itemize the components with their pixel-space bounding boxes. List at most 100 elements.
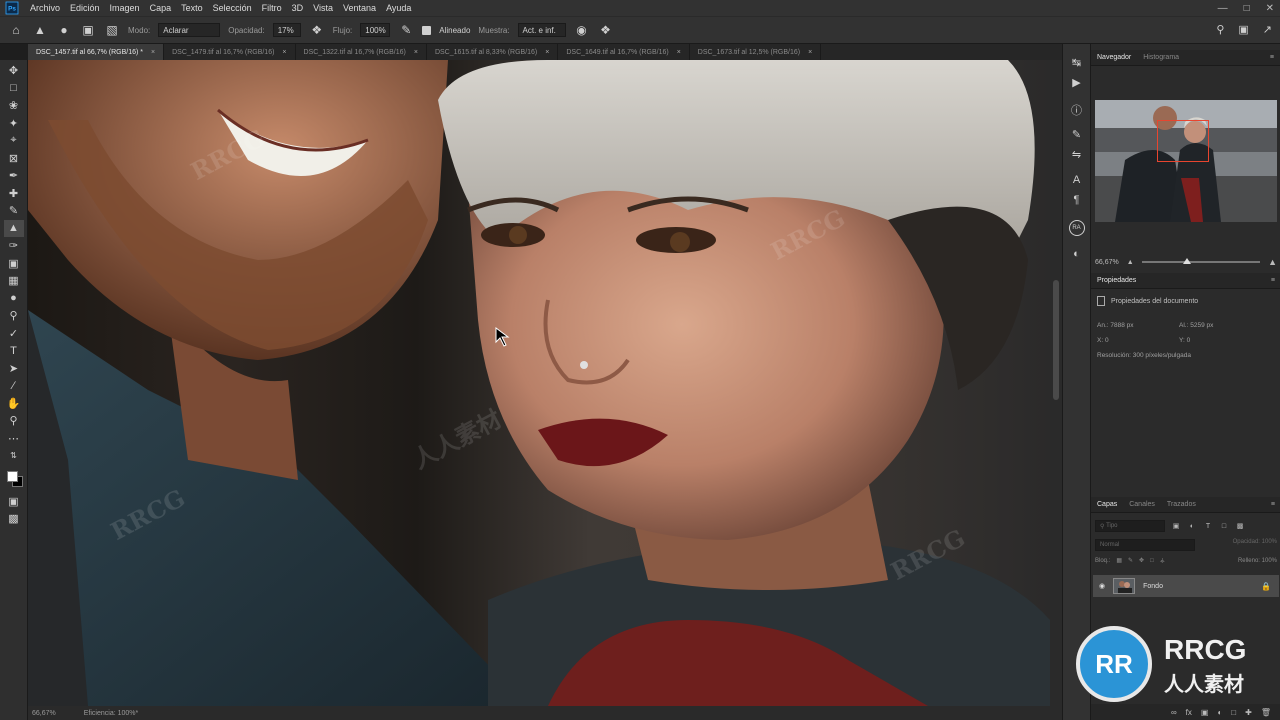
more-tools-icon[interactable]: ⋯ <box>4 430 24 448</box>
menu-archivo[interactable]: Archivo <box>30 3 60 13</box>
menu-ayuda[interactable]: Ayuda <box>386 3 411 13</box>
status-zoom[interactable]: 66,67% <box>32 710 56 717</box>
menu-edicion[interactable]: Edición <box>70 3 100 13</box>
ignore-adjustment-icon[interactable]: ◉ <box>574 23 590 37</box>
navigator-thumbnail[interactable] <box>1095 100 1277 222</box>
menu-filtro[interactable]: Filtro <box>262 3 282 13</box>
minimize-icon[interactable]: — <box>1218 3 1228 14</box>
height-value[interactable]: 5259 px <box>1190 322 1213 329</box>
tab-navigator[interactable]: Navegador <box>1097 54 1131 61</box>
healing-brush-tool-icon[interactable]: ✚ <box>4 185 24 203</box>
move-tool-icon[interactable]: ✥ <box>4 62 24 80</box>
canvas-scrollbar[interactable] <box>1050 60 1062 706</box>
panel-menu-icon[interactable]: ≡ <box>1271 501 1275 508</box>
lock-all-icon[interactable]: ⚶ <box>1160 557 1165 564</box>
share-icon[interactable]: ↗ <box>1263 23 1272 36</box>
scroll-thumb[interactable] <box>1053 280 1059 400</box>
clone-source-icon[interactable]: ▧ <box>104 23 120 37</box>
tab-channels[interactable]: Canales <box>1129 501 1155 508</box>
magic-wand-tool-icon[interactable]: ✦ <box>4 115 24 133</box>
blend-mode-select[interactable]: Normal <box>1095 539 1195 551</box>
type-tool-icon[interactable]: T <box>4 342 24 360</box>
frame-tool-icon[interactable]: ⊠ <box>4 150 24 168</box>
menu-imagen[interactable]: Imagen <box>110 3 140 13</box>
zoom-slider-knob[interactable] <box>1182 258 1191 264</box>
lock-artboard-icon[interactable]: □ <box>1150 558 1154 564</box>
brush-size-icon[interactable]: ● <box>56 23 72 37</box>
tab-dsc-1479[interactable]: DSC_1479.tif al 16,7% (RGB/16) × <box>164 44 296 60</box>
add-mask-icon[interactable]: ▣ <box>1201 708 1209 717</box>
layer-style-icon[interactable]: fx <box>1186 708 1192 717</box>
swap-colors-icon[interactable]: ⇅ <box>4 447 24 465</box>
gradient-tool-icon[interactable]: ▦ <box>4 272 24 290</box>
tab-dsc-1322[interactable]: DSC_1322.tif al 16,7% (RGB/16) × <box>296 44 427 60</box>
zoom-in-icon[interactable]: ▲ <box>1268 257 1277 267</box>
new-group-icon[interactable]: □ <box>1231 708 1236 717</box>
sample-select[interactable]: Act. e inf. <box>517 23 566 37</box>
new-layer-icon[interactable]: ✚ <box>1245 708 1252 717</box>
lasso-tool-icon[interactable]: ❀ <box>4 97 24 115</box>
zoom-slider[interactable] <box>1141 258 1261 264</box>
brushes-icon[interactable]: ✎ <box>1068 128 1086 142</box>
tab-dsc-1457[interactable]: DSC_1457.tif al 66,7% (RGB/16) * × <box>28 44 165 60</box>
delete-layer-icon[interactable]: 🗑 <box>1261 708 1271 717</box>
screen-mode-icon[interactable]: ▩ <box>4 510 24 528</box>
marquee-tool-icon[interactable]: □ <box>4 80 24 98</box>
crop-tool-icon[interactable]: ⌖ <box>4 132 24 150</box>
character-icon[interactable]: A <box>1068 174 1086 188</box>
smart-object-filter-icon[interactable]: ▩ <box>1235 522 1245 530</box>
lock-paint-icon[interactable]: ✎ <box>1128 557 1133 564</box>
tab-paths[interactable]: Trazados <box>1167 501 1196 508</box>
blur-tool-icon[interactable]: ● <box>4 290 24 308</box>
menu-ventana[interactable]: Ventana <box>343 3 376 13</box>
eyedropper-tool-icon[interactable]: ✒ <box>4 167 24 185</box>
dodge-tool-icon[interactable]: ⚲ <box>4 307 24 325</box>
new-adjustment-icon[interactable]: ◐ <box>1217 708 1222 717</box>
panel-menu-icon[interactable]: ≡ <box>1270 54 1274 61</box>
visibility-eye-icon[interactable]: ◉ <box>1099 582 1105 590</box>
close-icon[interactable]: × <box>545 49 549 56</box>
clone-stamp-tool-icon[interactable]: ▲ <box>32 23 48 37</box>
opacity-field[interactable]: 17% <box>272 23 301 37</box>
y-value[interactable]: 0 <box>1187 337 1191 344</box>
pixel-filter-icon[interactable]: ▣ <box>1171 522 1181 530</box>
navigator-zoom-value[interactable]: 66,67% <box>1095 259 1119 266</box>
menu-texto[interactable]: Texto <box>181 3 203 13</box>
workspace-icon[interactable]: ▣ <box>1238 23 1248 36</box>
layer-row-fondo[interactable]: ◉ Fondo 🔒 <box>1093 575 1279 597</box>
close-icon[interactable]: × <box>677 49 681 56</box>
photoshop-logo-icon[interactable]: Ps <box>5 1 19 15</box>
airbrush-icon[interactable]: ✎ <box>398 23 414 37</box>
color-circle-icon[interactable]: ◐ <box>1068 248 1086 262</box>
tab-dsc-1649[interactable]: DSC_1649.tif al 16,7% (RGB/16) × <box>558 44 690 60</box>
type-filter-icon[interactable]: T <box>1203 523 1213 530</box>
tab-dsc-1615[interactable]: DSC_1615.tif al 8,33% (RGB/16) × <box>427 44 559 60</box>
link-layers-icon[interactable]: ∞ <box>1171 708 1177 717</box>
home-icon[interactable]: ⌂ <box>8 23 24 37</box>
history-icon[interactable]: ↹ <box>1068 56 1086 70</box>
shape-filter-icon[interactable]: □ <box>1219 523 1229 530</box>
tab-dsc-1673[interactable]: DSC_1673.tif al 12,5% (RGB/16) × <box>690 44 822 60</box>
layer-name[interactable]: Fondo <box>1143 583 1163 590</box>
navigator-view-box[interactable] <box>1157 120 1209 162</box>
hand-tool-icon[interactable]: ✋ <box>4 395 24 413</box>
zoom-out-icon[interactable]: ▲ <box>1127 259 1134 266</box>
foreground-color[interactable] <box>6 470 18 482</box>
fill-value[interactable]: 100% <box>1262 558 1277 564</box>
adjustment-filter-icon[interactable]: ◐ <box>1187 523 1197 530</box>
menu-capa[interactable]: Capa <box>150 3 172 13</box>
brush-tool-icon[interactable]: ✎ <box>4 202 24 220</box>
pen-tool-icon[interactable]: ✓ <box>4 325 24 343</box>
maximize-icon[interactable]: □ <box>1244 3 1250 14</box>
adjustments-icon[interactable]: ⇋ <box>1068 148 1086 162</box>
quick-mask-icon[interactable]: ▣ <box>4 493 24 511</box>
pressure-opacity-icon[interactable]: ❖ <box>309 23 325 37</box>
tab-layers[interactable]: Capas <box>1097 501 1117 508</box>
menu-vista[interactable]: Vista <box>313 3 333 13</box>
width-value[interactable]: 7888 px <box>1110 322 1133 329</box>
close-icon[interactable]: ✕ <box>1266 3 1274 14</box>
eraser-tool-icon[interactable]: ▣ <box>4 255 24 273</box>
zoom-tool-icon[interactable]: ⚲ <box>4 412 24 430</box>
x-value[interactable]: 0 <box>1105 337 1109 344</box>
menu-seleccion[interactable]: Selección <box>213 3 252 13</box>
